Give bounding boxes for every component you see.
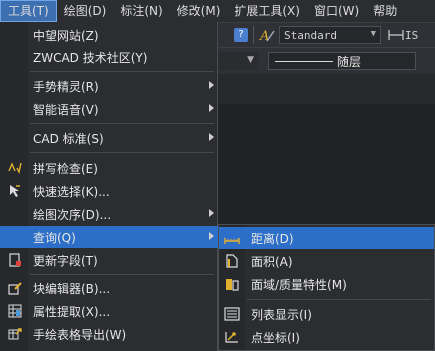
attribute-extract-icon: [8, 304, 22, 318]
dim-style-control[interactable]: IS: [387, 28, 418, 42]
menu-item-quick-select[interactable]: 快速选择(K)...: [0, 180, 218, 202]
menu-item-spell-check[interactable]: 拼写检查(E): [0, 157, 218, 179]
menu-express-tools[interactable]: 扩展工具(X): [227, 0, 307, 22]
menu-item-label: 查询(Q): [33, 230, 76, 245]
menu-separator: [247, 299, 431, 300]
menu-item-zwcad-community[interactable]: ZWCAD 技术社区(Y): [0, 46, 218, 68]
chevron-down-icon: ▼: [247, 55, 254, 65]
menu-item-label: 绘图次序(D)...: [33, 207, 112, 222]
menu-item-label: 面域/质量特性(M): [251, 277, 347, 292]
menu-help[interactable]: 帮助: [366, 0, 404, 22]
styles-toolbar: ? A Standard ▼ IS: [218, 23, 435, 48]
menu-item-label: 手绘表格导出(W): [33, 327, 127, 342]
menu-separator: [30, 152, 214, 153]
menu-item-distance[interactable]: 距离(D): [219, 227, 434, 249]
text-style-combo[interactable]: Standard ▼: [279, 26, 381, 44]
menu-item-gesture[interactable]: 手势精灵(R): [0, 75, 218, 97]
spell-check-icon: [8, 162, 22, 175]
menu-item-label: ZWCAD 技术社区(Y): [33, 50, 148, 65]
menu-item-label: 距离(D): [251, 231, 294, 246]
menu-item-label: 面积(A): [251, 254, 293, 269]
distance-icon: [224, 238, 240, 244]
submenu-arrow-icon: [209, 104, 214, 112]
menu-item-block-editor[interactable]: 块编辑器(B)...: [0, 277, 218, 299]
menu-separator: [30, 71, 214, 72]
mass-properties-icon: [226, 279, 239, 291]
menu-item-label: 中望网站(Z): [33, 28, 99, 43]
menu-item-voice[interactable]: 智能语音(V): [0, 98, 218, 120]
menu-item-label: 属性提取(X)...: [33, 304, 111, 319]
block-editor-icon: [8, 282, 22, 295]
menu-item-inquiry[interactable]: 查询(Q): [0, 226, 218, 248]
menu-item-table-export[interactable]: 手绘表格导出(W): [0, 323, 218, 345]
toolbar-separator: [253, 26, 254, 44]
menu-separator: [30, 274, 214, 275]
dim-style-icon: [388, 30, 404, 40]
menu-bar: 工具(T) 绘图(D) 标注(N) 修改(M) 扩展工具(X) 窗口(W) 帮助: [0, 0, 435, 23]
menu-item-label: 智能语音(V): [33, 102, 99, 117]
menu-item-label: 更新字段(T): [33, 253, 98, 268]
menu-item-label: 快速选择(K)...: [33, 184, 110, 199]
menu-item-draw-order[interactable]: 绘图次序(D)...: [0, 203, 218, 225]
color-combo[interactable]: ▼: [218, 52, 258, 70]
list-icon: [224, 307, 240, 321]
menu-item-region-mass-properties[interactable]: 面域/质量特性(M): [219, 273, 434, 295]
menu-item-label: 拼写检查(E): [33, 161, 98, 176]
update-fields-icon: [9, 253, 21, 267]
submenu-arrow-icon: [209, 232, 214, 240]
menu-window[interactable]: 窗口(W): [307, 0, 366, 22]
menu-dimension[interactable]: 标注(N): [113, 0, 169, 22]
menu-item-area[interactable]: 面积(A): [219, 250, 434, 272]
menu-item-label: 块编辑器(B)...: [33, 281, 111, 296]
menu-item-label: 手势精灵(R): [33, 79, 99, 94]
table-export-icon: [8, 328, 22, 340]
submenu-arrow-icon: [209, 133, 214, 141]
submenu-arrow-icon: [209, 209, 214, 217]
point-coordinate-icon: [225, 332, 238, 343]
menu-item-zwsoft-website[interactable]: 中望网站(Z): [0, 24, 218, 46]
quick-select-icon: [10, 185, 20, 197]
chevron-down-icon: ▼: [370, 29, 376, 39]
menu-item-attribute-extract[interactable]: 属性提取(X)...: [0, 300, 218, 322]
menu-separator: [30, 123, 214, 124]
tools-menu: 中望网站(Z) ZWCAD 技术社区(Y) 手势精灵(R) 智能语音(V) CA…: [0, 22, 218, 351]
submenu-arrow-icon: [209, 81, 214, 89]
menu-modify[interactable]: 修改(M): [170, 0, 228, 22]
drawing-tab-strip: [218, 74, 435, 105]
text-style-icon[interactable]: A: [259, 27, 275, 43]
menu-item-update-fields[interactable]: 更新字段(T): [0, 249, 218, 271]
dim-style-value: IS: [405, 28, 419, 42]
menu-draw[interactable]: 绘图(D): [57, 0, 114, 22]
linetype-value: 随层: [337, 54, 362, 69]
properties-toolbar: ▼ 随层: [218, 48, 435, 74]
menu-tools[interactable]: 工具(T): [0, 0, 57, 22]
linetype-sample: [275, 60, 333, 62]
menu-item-cad-standards[interactable]: CAD 标准(S): [0, 127, 218, 149]
menu-item-list[interactable]: 列表显示(I): [219, 303, 434, 325]
menu-item-label: CAD 标准(S): [33, 131, 104, 146]
linetype-combo[interactable]: 随层: [268, 52, 416, 70]
menu-item-label: 点坐标(I): [251, 330, 300, 345]
inquiry-submenu: 距离(D) 面积(A) 面域/质量特性(M) 列表显示(I) 点坐标(I): [218, 224, 435, 351]
area-icon: [226, 254, 238, 268]
text-style-value: Standard: [284, 28, 337, 42]
help-icon[interactable]: ?: [234, 28, 248, 42]
menu-item-id-point[interactable]: 点坐标(I): [219, 326, 434, 348]
menu-item-label: 列表显示(I): [251, 307, 312, 322]
